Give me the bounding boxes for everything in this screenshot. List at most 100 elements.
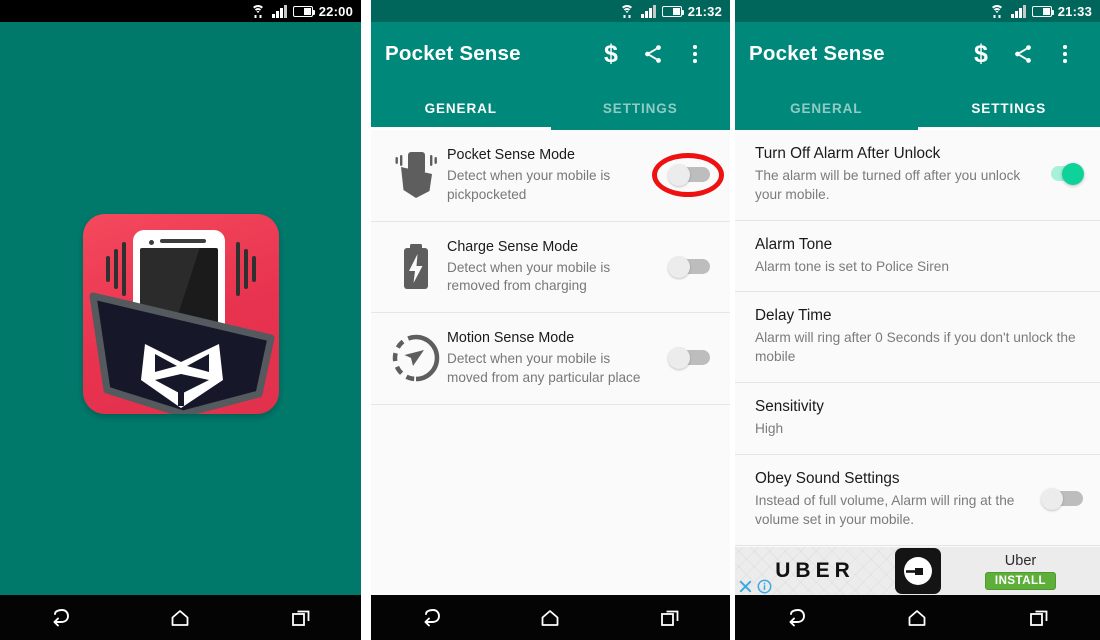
back-arrow-icon [789,608,805,626]
tab-settings[interactable]: SETTINGS [551,86,731,130]
home-icon [909,609,926,626]
recents-button[interactable] [1011,595,1067,640]
list-item-text: Charge Sense Mode Detect when your mobil… [447,238,658,297]
setting-text: Turn Off Alarm After Unlock The alarm wi… [755,144,1030,205]
status-bar-settings: 21:33 [735,0,1100,22]
setting-delay-time[interactable]: Delay Time Alarm will ring after 0 Secon… [735,292,1100,384]
general-list: Pocket Sense Mode Detect when your mobil… [371,130,730,405]
back-button[interactable] [403,595,459,640]
app-bar-general: Pocket Sense $ GENERAL SETTINGS [371,22,730,130]
setting-title: Obey Sound Settings [755,469,900,487]
battery-icon [661,5,685,17]
phone-screen-general: 21:32 Pocket Sense $ GENERAL SETTINGS Po… [371,0,730,640]
app-logo-icon [82,213,279,414]
signal-icon [1011,4,1026,18]
list-item-subtitle: Detect when your mobile is removed from … [447,259,611,294]
ad-cta-area[interactable]: Uber INSTALL [941,547,1100,595]
list-item-subtitle: Detect when your mobile is pickpocketed [447,168,611,202]
recent-apps-icon [291,610,310,626]
app-bar-settings: Pocket Sense $ GENERAL SETTINGS [735,22,1100,130]
setting-sensitivity[interactable]: Sensitivity High [735,383,1100,455]
status-bar-splash: 22:00 [0,0,361,22]
list-item-motion-sense-mode[interactable]: Motion Sense Mode Detect when your mobil… [371,313,730,405]
home-button[interactable] [152,595,208,640]
ad-install-button[interactable]: INSTALL [984,571,1057,590]
signal-icon [641,4,656,18]
setting-title: Sensitivity [755,398,824,416]
setting-subtitle: Alarm will ring after 0 Seconds if you d… [755,330,1076,365]
recent-apps-icon [1030,610,1048,626]
more-vert-icon [1063,45,1067,63]
donate-button[interactable]: $ [590,32,632,76]
logo-pocket-shield [89,292,274,414]
pocket-phone-icon [385,146,447,200]
back-arrow-icon [53,608,70,626]
list-item-pocket-sense-mode[interactable]: Pocket Sense Mode Detect when your mobil… [371,130,730,222]
share-icon [1015,45,1031,63]
tab-settings[interactable]: SETTINGS [917,86,1100,130]
donate-button[interactable]: $ [960,32,1002,76]
recents-button[interactable] [642,595,698,640]
setting-title: Alarm Tone [755,235,833,253]
setting-text: Obey Sound Settings Instead of full volu… [755,469,1030,530]
share-button[interactable] [1002,32,1044,76]
tab-general[interactable]: GENERAL [371,86,551,130]
list-item-text: Pocket Sense Mode Detect when your mobil… [447,146,658,205]
list-item-control [652,153,724,198]
home-icon [172,609,189,626]
setting-alarm-tone[interactable]: Alarm Tone Alarm tone is set to Police S… [735,220,1100,293]
phone-screen-settings: 21:33 Pocket Sense $ GENERAL SETTINGS Tu… [735,0,1100,640]
home-icon [542,609,559,626]
list-item-charge-sense-mode[interactable]: Charge Sense Mode Detect when your mobil… [371,221,730,314]
android-navigation-bar-splash [0,595,361,640]
tab-bar-settings: GENERAL SETTINGS [735,86,1100,130]
ad-app-icon [895,548,941,594]
app-title: Pocket Sense [749,42,885,65]
info-icon[interactable] [757,579,772,594]
setting-subtitle: Alarm tone is set to Police Siren [755,258,949,274]
obey-sound-toggle[interactable] [1038,488,1084,511]
more-vert-icon [693,45,697,63]
android-navigation-bar-settings [735,595,1100,640]
battery-icon [292,5,316,17]
share-button[interactable] [632,32,674,76]
wifi-icon [989,4,1005,18]
list-item-title: Charge Sense Mode [447,238,579,255]
setting-control [1030,163,1084,186]
wifi-icon [250,4,266,18]
setting-turn-off-alarm-after-unlock[interactable]: Turn Off Alarm After Unlock The alarm wi… [735,130,1100,221]
battery-icon [1031,5,1055,17]
setting-obey-sound-settings[interactable]: Obey Sound Settings Instead of full volu… [735,454,1100,546]
turn-off-alarm-toggle[interactable] [1038,163,1084,186]
dollar-icon: $ [604,39,618,68]
share-icon [645,45,661,63]
setting-subtitle: High [755,421,784,437]
home-button[interactable] [889,595,945,640]
back-button[interactable] [32,595,88,640]
dollar-icon: $ [974,39,988,68]
signal-icon [272,4,287,18]
charge-sense-toggle[interactable] [665,255,711,278]
close-icon[interactable] [738,579,753,594]
setting-subtitle: The alarm will be turned off after you u… [755,167,1021,202]
recents-button[interactable] [273,595,329,640]
tab-general[interactable]: GENERAL [735,86,918,130]
status-bar-clock: 21:33 [1057,3,1092,19]
setting-title: Delay Time [755,307,832,325]
recent-apps-icon [661,610,679,626]
overflow-menu-button[interactable] [674,32,716,76]
back-button[interactable] [768,595,824,640]
list-item-control [658,255,718,278]
ad-banner[interactable]: UBER Uber INSTALL [735,547,1100,595]
motion-sense-toggle[interactable] [665,347,711,370]
list-item-title: Motion Sense Mode [447,330,575,347]
compass-icon [385,329,447,383]
pocket-sense-toggle[interactable] [665,164,711,187]
ad-app-name: Uber [1004,552,1037,569]
home-button[interactable] [522,595,578,640]
overflow-menu-button[interactable] [1044,32,1086,76]
status-bar-clock: 22:00 [318,3,353,19]
splash-background [0,22,361,605]
battery-bolt-icon [385,238,447,292]
tab-bar-general: GENERAL SETTINGS [371,86,730,130]
